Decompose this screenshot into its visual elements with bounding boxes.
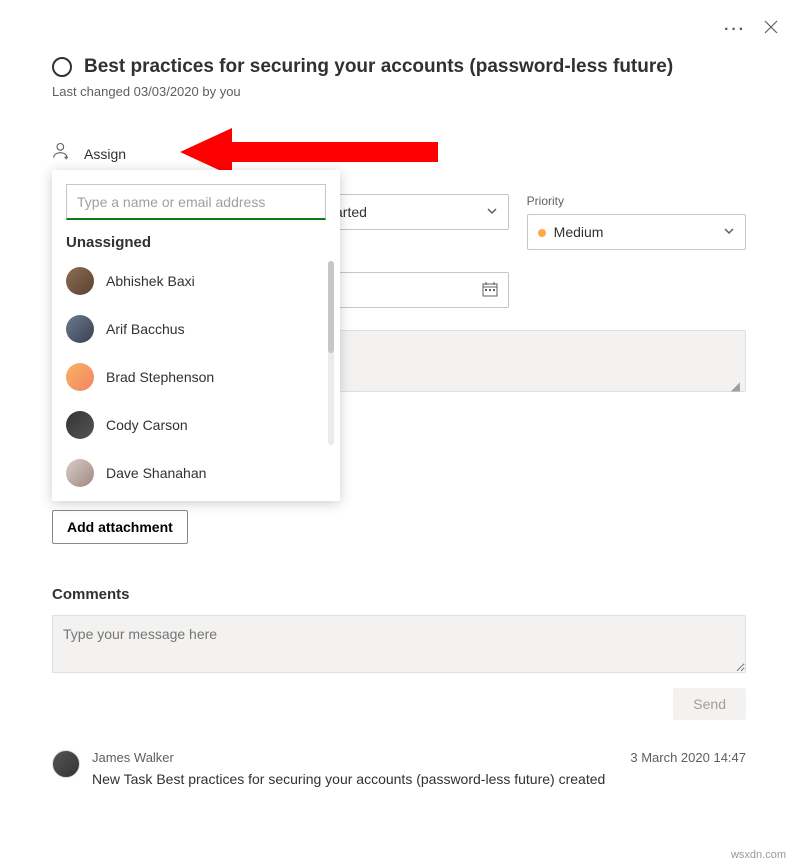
avatar bbox=[66, 315, 94, 343]
people-picker-input[interactable] bbox=[66, 184, 326, 220]
people-picker-popup: Unassigned Abhishek Baxi Arif Bacchus Br… bbox=[52, 170, 340, 501]
picker-section-label: Unassigned bbox=[52, 234, 340, 257]
avatar bbox=[66, 363, 94, 391]
complete-toggle[interactable] bbox=[52, 57, 72, 77]
add-attachment-button[interactable]: Add attachment bbox=[52, 510, 188, 544]
person-name: Cody Carson bbox=[106, 417, 188, 433]
person-name: Dave Shanahan bbox=[106, 465, 206, 481]
person-name: Brad Stephenson bbox=[106, 369, 214, 385]
picker-person-item[interactable]: Arif Bacchus bbox=[52, 305, 340, 353]
comment-timestamp: 3 March 2020 14:47 bbox=[630, 750, 746, 765]
watermark: wsxdn.com bbox=[731, 849, 786, 861]
avatar bbox=[66, 459, 94, 487]
comment-text: New Task Best practices for securing you… bbox=[92, 771, 746, 787]
avatar bbox=[52, 750, 80, 778]
chevron-down-icon bbox=[723, 224, 735, 240]
assign-button[interactable]: Assign bbox=[52, 141, 746, 166]
picker-person-item[interactable]: Dave Shanahan bbox=[52, 449, 340, 497]
person-name: Arif Bacchus bbox=[106, 321, 185, 337]
priority-dot-icon bbox=[538, 229, 546, 237]
comment-item: James Walker 3 March 2020 14:47 New Task… bbox=[52, 750, 746, 787]
person-name: Abhishek Baxi bbox=[106, 273, 195, 289]
last-changed: Last changed 03/03/2020 by you bbox=[52, 84, 746, 99]
calendar-icon bbox=[482, 281, 498, 300]
resize-handle-icon[interactable]: ◢ bbox=[731, 379, 740, 393]
scrollbar-thumb[interactable] bbox=[328, 261, 334, 353]
comments-label: Comments bbox=[52, 586, 746, 603]
send-button[interactable]: Send bbox=[673, 688, 746, 720]
task-title: Best practices for securing your account… bbox=[84, 56, 673, 78]
priority-value: Medium bbox=[554, 224, 604, 240]
assign-label: Assign bbox=[84, 146, 126, 162]
comment-author: James Walker bbox=[92, 750, 174, 765]
chevron-down-icon bbox=[486, 204, 498, 220]
picker-person-item[interactable]: Cody Carson bbox=[52, 401, 340, 449]
priority-select[interactable]: Medium bbox=[527, 214, 746, 250]
picker-person-item[interactable]: Abhishek Baxi bbox=[52, 257, 340, 305]
person-add-icon bbox=[52, 141, 72, 166]
avatar bbox=[66, 411, 94, 439]
close-icon[interactable] bbox=[764, 20, 778, 39]
priority-label: Priority bbox=[527, 194, 746, 208]
more-icon[interactable]: ··· bbox=[724, 21, 746, 39]
avatar bbox=[66, 267, 94, 295]
picker-person-item[interactable]: Brad Stephenson bbox=[52, 353, 340, 401]
comment-input[interactable] bbox=[52, 615, 746, 673]
